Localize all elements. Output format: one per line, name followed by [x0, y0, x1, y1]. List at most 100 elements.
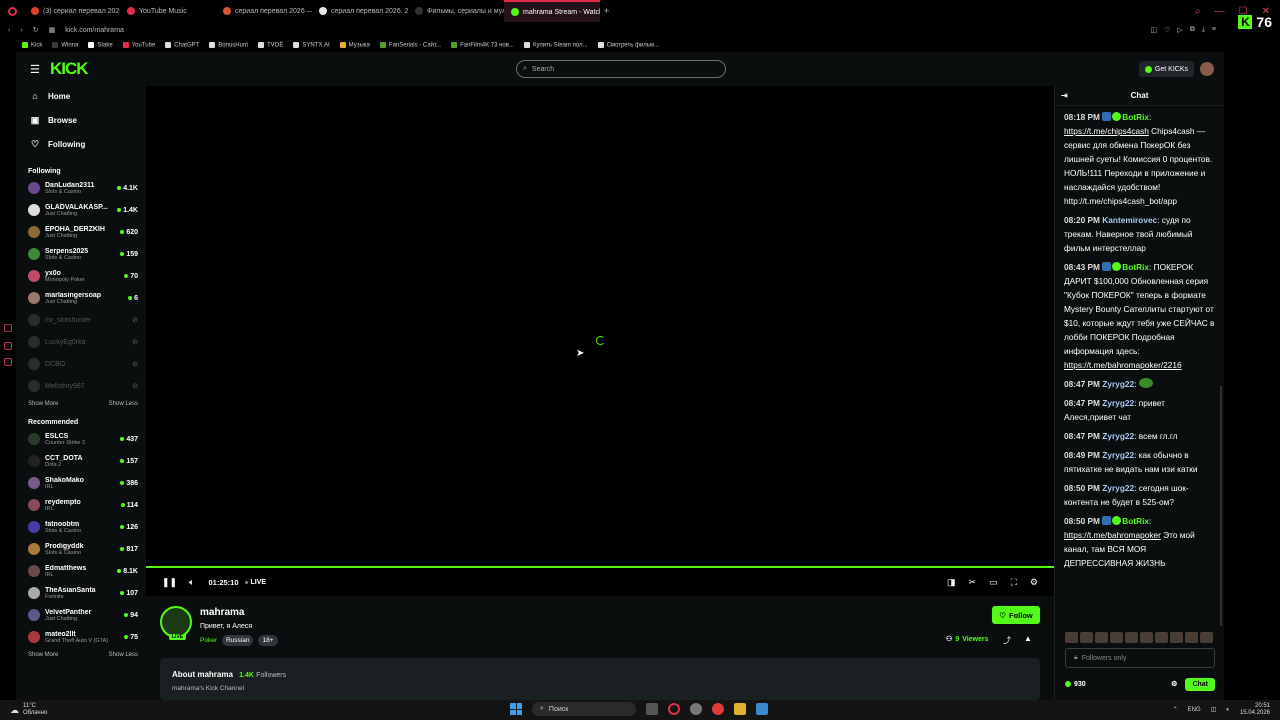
back-icon[interactable]: ‹	[8, 27, 10, 34]
chat-input[interactable]: 🔒︎ Followers only	[1065, 648, 1215, 668]
show-less-button[interactable]: Show Less	[109, 652, 138, 658]
browser-tab[interactable]: (3) сериал перевал 2026	[24, 0, 120, 22]
search-input[interactable]: ⌕ Search	[516, 60, 726, 78]
get-kicks-button[interactable]: Get KICKs	[1138, 61, 1194, 77]
chat-username[interactable]: Zyryg22	[1102, 450, 1134, 460]
channel-row[interactable]: marlasingersoap Just Chatting 6	[16, 287, 146, 309]
channel-avatar[interactable]: LIVE	[160, 606, 192, 640]
minimize-button[interactable]: —	[1215, 6, 1225, 17]
download-icon[interactable]: ⤓	[1202, 26, 1205, 34]
channel-row[interactable]: ShakoMako IRL 386	[16, 472, 146, 494]
channel-row[interactable]: Prodigyddk Slots & Casino 817	[16, 538, 146, 560]
browser-tab[interactable]: сериал перевал 2026 —	[216, 0, 312, 22]
chat-username[interactable]: BotRix	[1122, 262, 1149, 272]
bookmark-item[interactable]: YouTube	[122, 41, 155, 48]
emote-icon[interactable]	[1140, 632, 1153, 643]
browser-tab[interactable]: YouTube Music	[120, 0, 216, 22]
channel-row[interactable]: GLADVALAKASP... Just Chatting 1.4K	[16, 199, 146, 221]
file-explorer-icon[interactable]	[734, 703, 746, 715]
emote-icon[interactable]	[1080, 632, 1093, 643]
pip-icon[interactable]: ◨	[947, 577, 956, 588]
channel-name[interactable]: mahrama	[200, 607, 244, 618]
nav-item-browse[interactable]: ▣ Browse	[16, 108, 146, 132]
bookmark-item[interactable]: Winna	[52, 41, 78, 48]
chat-username[interactable]: Zyryg22	[1102, 379, 1134, 389]
offline-channel-row[interactable]: DCBO ⊘	[16, 353, 146, 375]
show-less-button[interactable]: Show Less	[109, 401, 138, 407]
show-more-button[interactable]: Show More	[28, 652, 58, 658]
snapshot-icon[interactable]: ◫	[1151, 26, 1158, 34]
follow-button[interactable]: ♡ Follow	[992, 606, 1040, 624]
bookmark-item[interactable]: BonusHunt	[209, 41, 248, 48]
channel-row[interactable]: fatnoobtm Slots & Casino 126	[16, 516, 146, 538]
task-view-icon[interactable]	[646, 703, 658, 715]
clock[interactable]: 20:51 15.04.2026	[1240, 703, 1270, 717]
taskbar-search[interactable]: ⌕ Поиск	[532, 702, 636, 716]
new-tab-button[interactable]: +	[604, 6, 609, 16]
send-chat-button[interactable]: Chat	[1185, 677, 1215, 691]
emote-icon[interactable]	[1155, 632, 1168, 643]
offline-channel-row[interactable]: mr_slotshunter ⊘	[16, 309, 146, 331]
vpn-icon[interactable]: ▷	[1177, 26, 1182, 34]
weather-widget[interactable]: ☁ 11°C Облачно	[10, 703, 47, 717]
opera-taskbar-icon[interactable]	[668, 703, 680, 715]
bookmark-item[interactable]: Купить Steam пол...	[523, 41, 588, 48]
channel-row[interactable]: mateo2llt Grand Theft Auto V (GTA) 75	[16, 626, 146, 648]
live-indicator[interactable]: LIVE	[244, 579, 266, 586]
settings-gear-icon[interactable]: ⚙	[1030, 577, 1038, 588]
channel-row[interactable]: ESLCS Counter-Strike 2 437	[16, 428, 146, 450]
windows-start-icon[interactable]	[510, 703, 522, 715]
report-icon[interactable]: ▲	[1024, 634, 1032, 643]
bookmark-item[interactable]: Stake	[88, 41, 113, 48]
yandex-taskbar-icon[interactable]	[712, 703, 724, 715]
offline-channel-row[interactable]: LuckyEg0rka ⊘	[16, 331, 146, 353]
bookmark-icon[interactable]: ♡	[1164, 26, 1170, 34]
theater-mode-icon[interactable]: ▭	[989, 577, 998, 588]
chat-link[interactable]: https://t.me/bahromapoker	[1064, 530, 1161, 540]
sidebar-app-icon[interactable]	[4, 358, 12, 366]
emote-icon[interactable]	[1110, 632, 1123, 643]
share-icon[interactable]: ⤴	[1003, 635, 1011, 646]
sidebar-app-icon[interactable]	[4, 324, 12, 332]
browser-tab[interactable]: Фильмы, сериалы и муль	[408, 0, 504, 22]
user-avatar[interactable]	[1200, 62, 1214, 76]
pause-icon[interactable]: ❚❚	[162, 577, 177, 588]
bookmark-item[interactable]: Смотреть фильм...	[597, 41, 659, 48]
bookmark-item[interactable]: FanSerials - Сайт...	[379, 41, 441, 48]
bookmark-item[interactable]: ChatGPT	[165, 41, 199, 48]
steam-taskbar-icon[interactable]	[690, 703, 702, 715]
menu-icon[interactable]: ≡	[1212, 26, 1216, 34]
chat-username[interactable]: Kantemirovec	[1102, 215, 1157, 225]
chat-scrollbar[interactable]	[1220, 386, 1222, 626]
search-tabs-icon[interactable]: ⌕	[1195, 6, 1201, 17]
chat-username[interactable]: Zyryg22	[1102, 483, 1134, 493]
channel-row[interactable]: DanLudan2311 Slots & Casino 4.1K	[16, 177, 146, 199]
emote-icon[interactable]	[1095, 632, 1108, 643]
hamburger-icon[interactable]: ☰	[30, 63, 40, 76]
bookmark-item[interactable]: FanFilm4K 73 нов...	[451, 41, 514, 48]
video-player[interactable]: ➤	[146, 86, 1054, 568]
nav-item-home[interactable]: ⌂ Home	[16, 84, 146, 108]
channel-row[interactable]: VelvetPanther Just Chatting 94	[16, 604, 146, 626]
browser-tab[interactable]: mahrama Stream - Watch	[504, 0, 600, 22]
category-link[interactable]: Poker	[200, 637, 217, 644]
reload-icon[interactable]: ↻	[33, 26, 39, 34]
language-indicator[interactable]: ENG	[1188, 707, 1201, 714]
volume-icon[interactable]: 🔈︎	[189, 577, 194, 588]
emote-icon[interactable]	[1185, 632, 1198, 643]
volume-icon[interactable]: 🔈︎	[1226, 707, 1230, 714]
bookmark-item[interactable]: Музыка	[339, 41, 370, 48]
tag-pill[interactable]: 18+	[258, 635, 278, 646]
channel-row[interactable]: TheAsianSanta Fortnite 107	[16, 582, 146, 604]
channel-row[interactable]: CCT_DOTA Dota 2 157	[16, 450, 146, 472]
fullscreen-icon[interactable]: ⛶	[1011, 577, 1017, 588]
emote-icon[interactable]	[1170, 632, 1183, 643]
telegram-taskbar-icon[interactable]	[756, 703, 768, 715]
extensions-icon[interactable]: ⧉	[1190, 26, 1195, 34]
opera-logo-icon[interactable]	[0, 0, 24, 22]
tray-arrow-icon[interactable]: ⌃	[1173, 707, 1178, 714]
kick-logo[interactable]: KICK	[50, 59, 89, 79]
show-more-button[interactable]: Show More	[28, 401, 58, 407]
channel-row[interactable]: Edmatthews IRL 8.1K	[16, 560, 146, 582]
network-icon[interactable]: ◫	[1211, 707, 1217, 714]
